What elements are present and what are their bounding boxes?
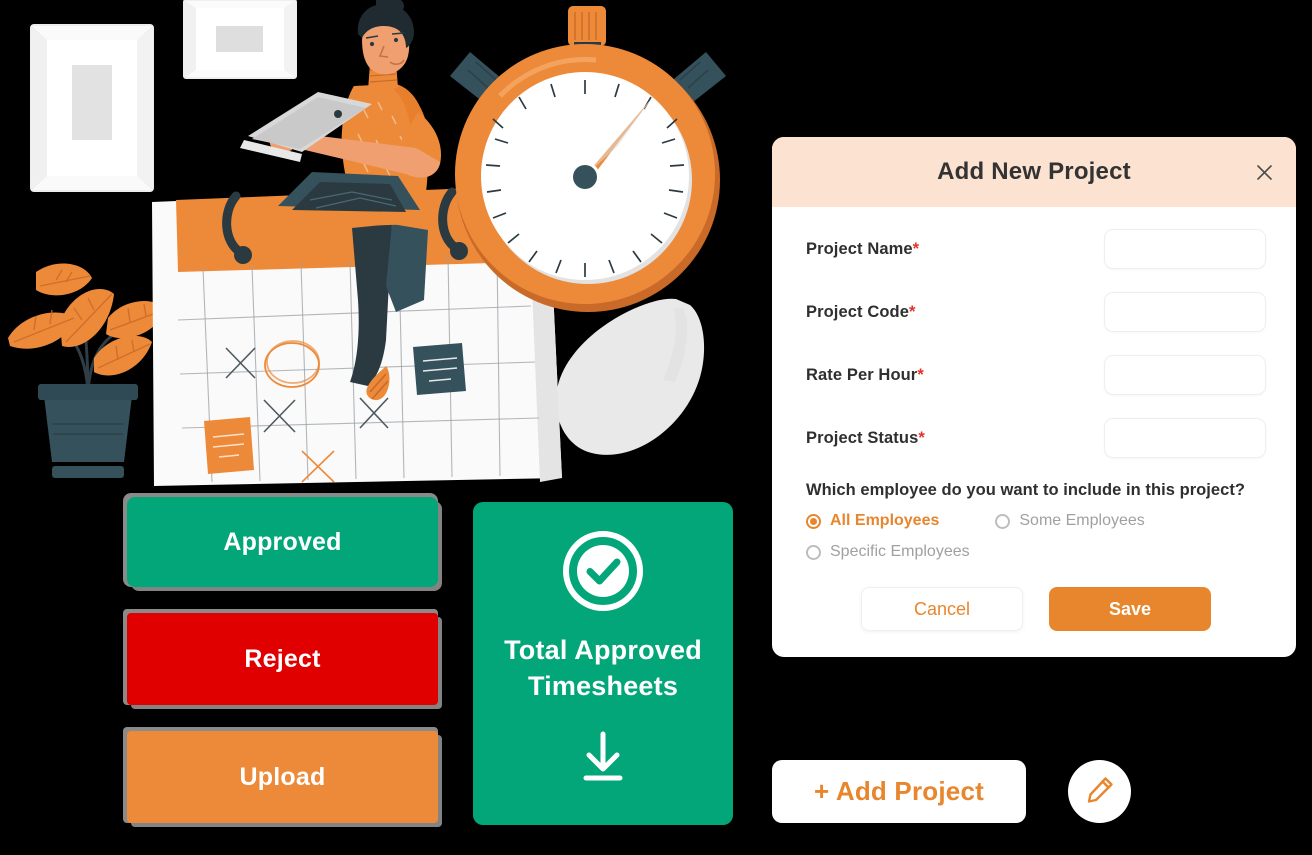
project-code-input[interactable]: [1104, 292, 1266, 332]
modal-body: Project Name* Project Code* Rate Per Hou…: [772, 207, 1296, 657]
form-row-project-status: Project Status*: [806, 418, 1266, 458]
stat-card-title: Total Approved Timesheets: [504, 635, 702, 701]
wall-picture-frame: [30, 24, 154, 192]
add-project-button[interactable]: + Add Project: [772, 760, 1026, 823]
rate-per-hour-input[interactable]: [1104, 355, 1266, 395]
check-circle-icon: [562, 530, 644, 617]
radio-specific-employees[interactable]: Specific Employees: [806, 543, 970, 561]
upload-button[interactable]: Upload: [127, 731, 438, 823]
add-new-project-modal: Add New Project Project Name* Project Co…: [772, 137, 1296, 657]
radio-some-employees-label: Some Employees: [1019, 512, 1145, 529]
employee-scope-radio-group-row-1: All Employees Some Employees: [806, 512, 1266, 530]
time-tracking-illustration: [0, 0, 745, 492]
pencil-edit-icon: [1084, 774, 1116, 809]
radio-unselected-icon: [806, 544, 821, 560]
decorative-blob: [556, 298, 705, 455]
employee-scope-radio-group-row-2: Specific Employees: [806, 543, 1266, 561]
edit-project-button[interactable]: [1068, 760, 1131, 823]
radio-some-employees[interactable]: Some Employees: [995, 512, 1145, 530]
form-row-project-code: Project Code*: [806, 292, 1266, 332]
action-button-stack: Approved Reject Upload: [127, 497, 443, 849]
modal-title: Add New Project: [937, 158, 1131, 185]
approved-button[interactable]: Approved: [127, 497, 438, 587]
project-code-label: Project Code*: [806, 302, 916, 321]
potted-plant: [8, 263, 166, 478]
total-approved-timesheets-card[interactable]: Total Approved Timesheets: [473, 502, 733, 825]
form-row-rate-per-hour: Rate Per Hour*: [806, 355, 1266, 395]
radio-all-employees-label: All Employees: [830, 512, 940, 529]
modal-actions: Cancel Save: [806, 587, 1266, 631]
radio-selected-icon: [806, 513, 821, 529]
employee-scope-question: Which employee do you want to include in…: [806, 481, 1246, 499]
project-name-label: Project Name*: [806, 239, 920, 258]
modal-header: Add New Project: [772, 137, 1296, 207]
radio-specific-employees-label: Specific Employees: [830, 543, 970, 560]
save-button[interactable]: Save: [1049, 587, 1211, 631]
close-icon[interactable]: [1250, 158, 1278, 186]
wall-landscape-frame: [183, 0, 297, 79]
cancel-button[interactable]: Cancel: [861, 587, 1023, 631]
project-status-label: Project Status*: [806, 428, 925, 447]
project-status-input[interactable]: [1104, 418, 1266, 458]
reject-button[interactable]: Reject: [127, 613, 438, 705]
download-icon[interactable]: [581, 730, 625, 789]
project-name-input[interactable]: [1104, 229, 1266, 269]
form-row-project-name: Project Name*: [806, 229, 1266, 269]
stopwatch: [450, 6, 726, 312]
rate-per-hour-label: Rate Per Hour*: [806, 365, 924, 384]
radio-unselected-icon: [995, 513, 1011, 529]
radio-all-employees[interactable]: All Employees: [806, 512, 939, 530]
